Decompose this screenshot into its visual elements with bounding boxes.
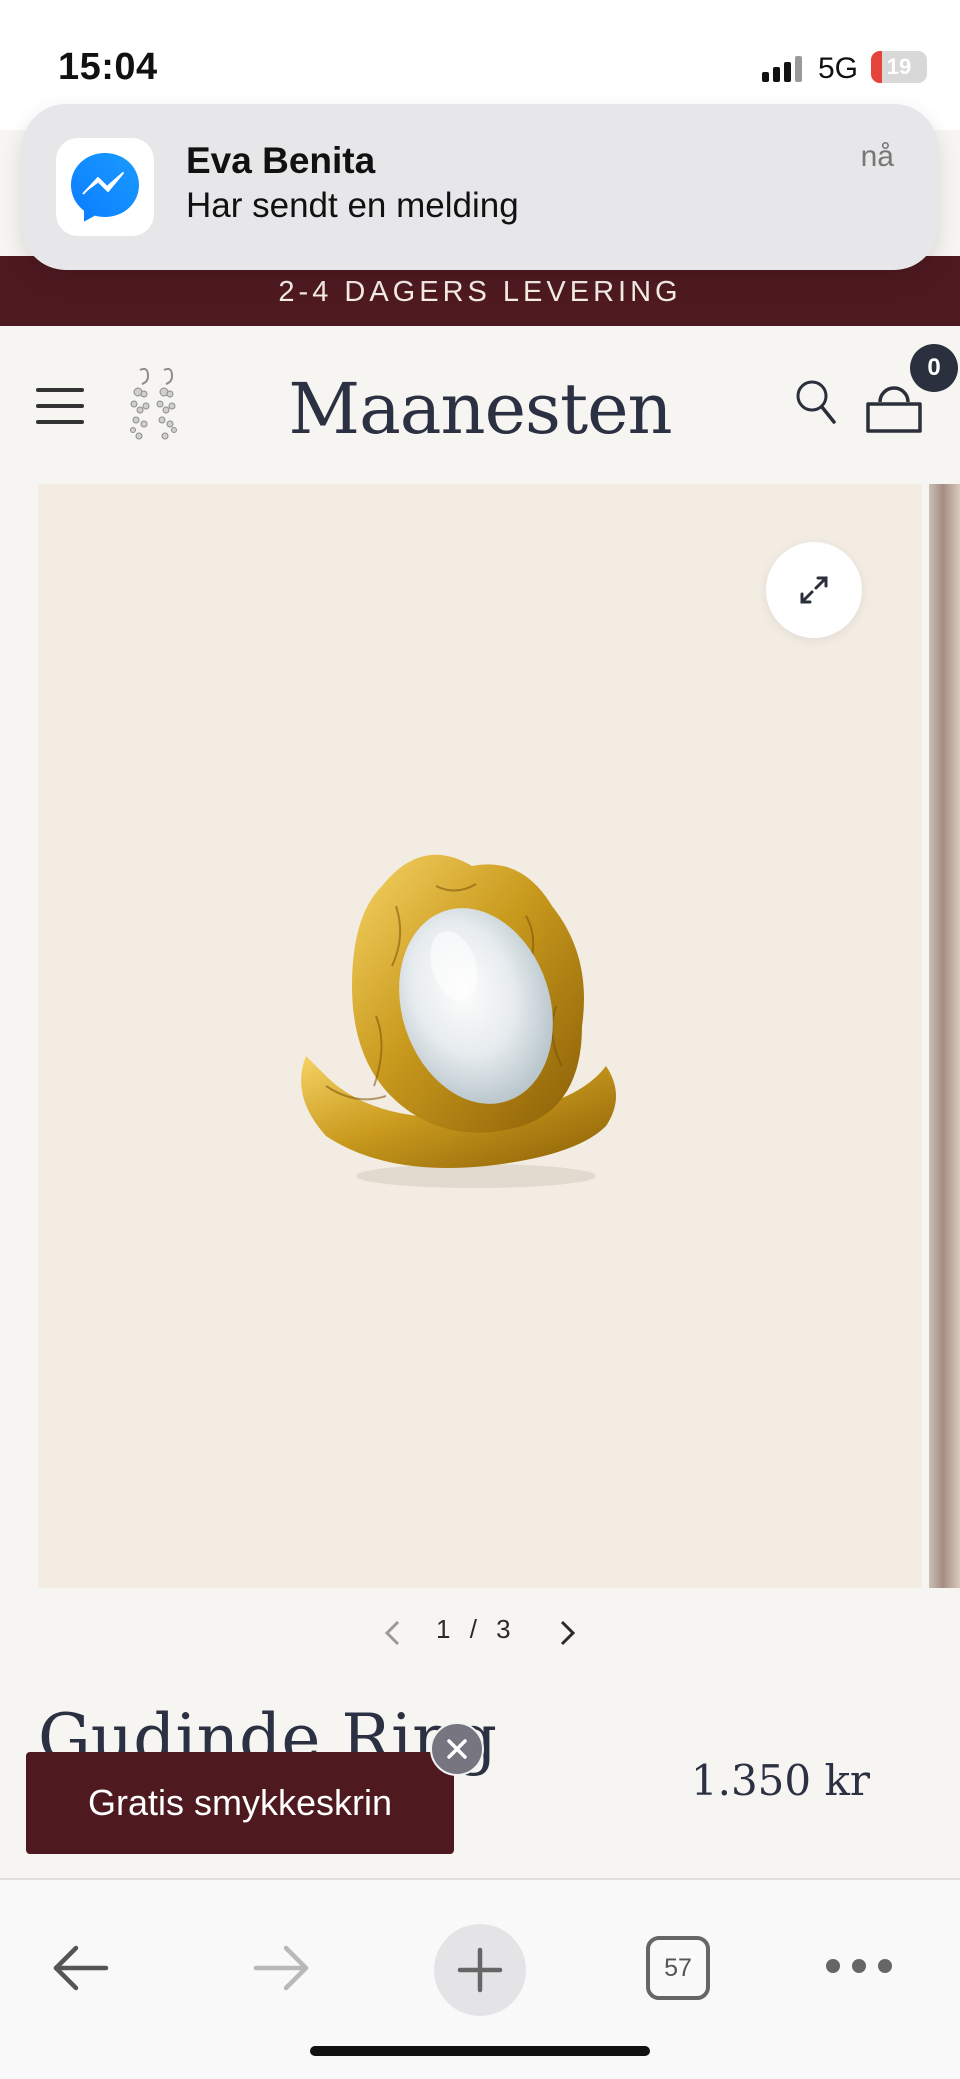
tabs-button[interactable]: 57 [646,1936,710,2000]
home-indicator [310,2046,650,2056]
notification-body: Har sendt en melding [186,186,519,225]
next-slide-peek[interactable] [929,484,960,1588]
gallery-total-count: 3 [496,1614,512,1644]
gallery-pager: 1 / 3 [0,1608,960,1658]
site-header: Maanesten 0 [0,326,960,484]
battery-icon: 19 [871,51,927,83]
expand-icon[interactable] [766,542,862,638]
network-type: 5G [818,52,859,85]
chevron-left-icon[interactable] [378,1616,408,1650]
gallery-current-index: 1 [436,1614,452,1644]
close-icon[interactable] [430,1722,484,1776]
push-notification[interactable]: Eva Benita Har sendt en melding nå [22,104,938,270]
product-image-ring [301,854,616,1188]
notification-time: nå [860,140,894,173]
promo-banner[interactable]: Gratis smykkeskrin [26,1752,454,1854]
promo-text: Gratis smykkeskrin [87,1782,393,1823]
cart-count-badge[interactable]: 0 [910,344,958,392]
plus-icon[interactable] [434,1924,526,2016]
messenger-icon [56,138,154,236]
gallery-position: 1 / 3 [436,1614,512,1645]
shipping-banner-text: 2-4 DAGERS LEVERING [278,276,682,308]
more-icon[interactable] [826,1956,892,1976]
search-icon[interactable] [792,376,838,430]
gallery-separator: / [469,1614,478,1644]
notification-title: Eva Benita [186,140,376,181]
arrow-left-icon[interactable] [48,1940,114,1996]
chevron-right-icon[interactable] [552,1616,582,1650]
battery-level: 19 [886,54,912,79]
arrow-right-icon[interactable] [248,1940,314,1996]
status-time: 15:04 [58,46,158,88]
bag-icon[interactable] [862,378,926,434]
cellular-signal-icon [762,56,802,82]
product-price: 1.350 kr [690,1756,870,1805]
